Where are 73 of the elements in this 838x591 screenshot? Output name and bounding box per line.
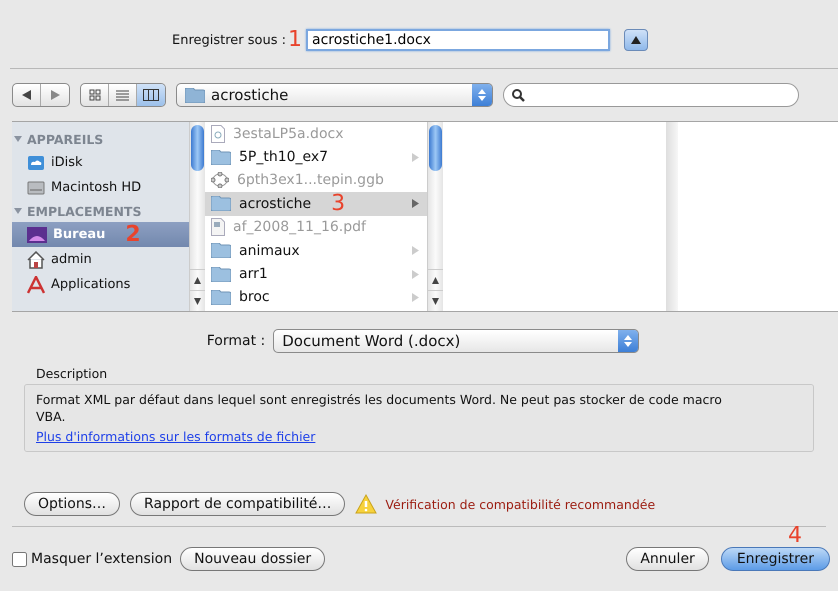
option-button[interactable]: Rapport de compatibilité… (130, 492, 346, 516)
format-label: Format : (206, 333, 266, 349)
description-text: Format XML par défaut dans lequel sont enregistrés les documents Word. Ne peut pas stocker de code macro VBA. (36, 391, 723, 425)
folder-icon (211, 266, 231, 282)
scroll-down-icon[interactable] (194, 298, 201, 304)
description-heading: Description (36, 366, 108, 383)
scroll-down-icon[interactable] (432, 298, 439, 304)
search-field[interactable] (503, 83, 799, 107)
section-heading: EMPLACEMENTS (27, 204, 142, 218)
grid-icon (88, 89, 100, 101)
format-dropdown[interactable]: Document Word (.docx) (273, 329, 640, 353)
hard-drive-icon (27, 178, 45, 196)
section-heading: APPAREILS (27, 132, 104, 146)
columns-icon (143, 89, 159, 101)
stepper-icon (472, 84, 492, 106)
folder-icon (185, 88, 205, 102)
scrollbar-thumb[interactable] (429, 125, 442, 171)
search-icon (512, 88, 525, 102)
warning-icon (355, 494, 378, 514)
document-icon (211, 124, 225, 143)
disclosure-arrow-icon (412, 246, 419, 256)
scroll-up-icon[interactable] (432, 276, 439, 284)
disclosure-arrow-icon (412, 199, 419, 208)
caret-icon (631, 36, 642, 44)
expand-button[interactable] (624, 29, 648, 51)
column-view-button[interactable] (137, 84, 165, 106)
sidebar-item[interactable]: iDisk (12, 150, 189, 175)
checkbox-label: Masquer l’extension (31, 551, 172, 567)
house-icon (27, 250, 45, 268)
disclosure-arrow-icon (412, 152, 419, 162)
location-dropdown[interactable]: acrostiche (176, 83, 493, 107)
cancel-button[interactable]: Annuler (626, 547, 709, 571)
warning-text: Vérification de compatibilité recommandée (385, 496, 656, 512)
annotation-number: 3 (331, 192, 346, 215)
ellipse-dots-icon (211, 172, 229, 188)
file-row[interactable]: animaux (205, 238, 427, 262)
forward-arrow-icon (50, 90, 60, 100)
disclosure-arrow-icon (412, 270, 419, 279)
folder-icon (211, 150, 231, 165)
file-row[interactable]: acrostiche 3 (205, 192, 427, 216)
annotation-number: 1 (288, 29, 302, 51)
annotation-number: 2 (125, 224, 141, 246)
scroll-up-icon[interactable] (194, 276, 201, 284)
column-resize-handle[interactable] (666, 122, 678, 311)
navigation-control[interactable] (12, 83, 70, 107)
folder-icon (211, 243, 231, 258)
disclosure-arrow-icon (412, 292, 419, 302)
formats-link[interactable]: Plus d'informations sur les formats de fichier (36, 429, 316, 444)
file-name-field[interactable]: acrostiche1.docx (306, 29, 610, 51)
sidebar-item[interactable]: admin (12, 247, 189, 272)
save-button[interactable]: Enregistrer (720, 547, 830, 571)
annotation-number: 4 (788, 525, 802, 547)
list-icon (116, 90, 129, 100)
save-as-label: Enregistrer sous : (172, 32, 286, 48)
sidebar-item[interactable]: Macintosh HD (12, 175, 189, 200)
file-row[interactable]: broc (205, 286, 427, 310)
new-folder-button[interactable]: Nouveau dossier (180, 547, 326, 571)
view-mode-control[interactable] (80, 83, 166, 107)
stepper-icon (618, 330, 638, 352)
hide-extension-checkbox[interactable] (12, 552, 27, 566)
cloud-drive-icon (27, 154, 45, 172)
desktop-icon (27, 226, 47, 242)
file-row[interactable]: 5P_th10_ex7 (205, 145, 427, 169)
option-button[interactable]: Options… (24, 492, 120, 516)
scrollbar[interactable] (427, 122, 443, 311)
folder-icon (211, 290, 231, 305)
file-row[interactable]: arr1 (205, 262, 427, 286)
back-arrow-icon (22, 90, 31, 100)
scrollbar-thumb[interactable] (191, 125, 204, 171)
document-icon (211, 218, 225, 236)
scrollbar[interactable] (189, 122, 205, 311)
folder-icon (211, 196, 231, 212)
sidebar-item[interactable]: Applications (12, 272, 189, 297)
